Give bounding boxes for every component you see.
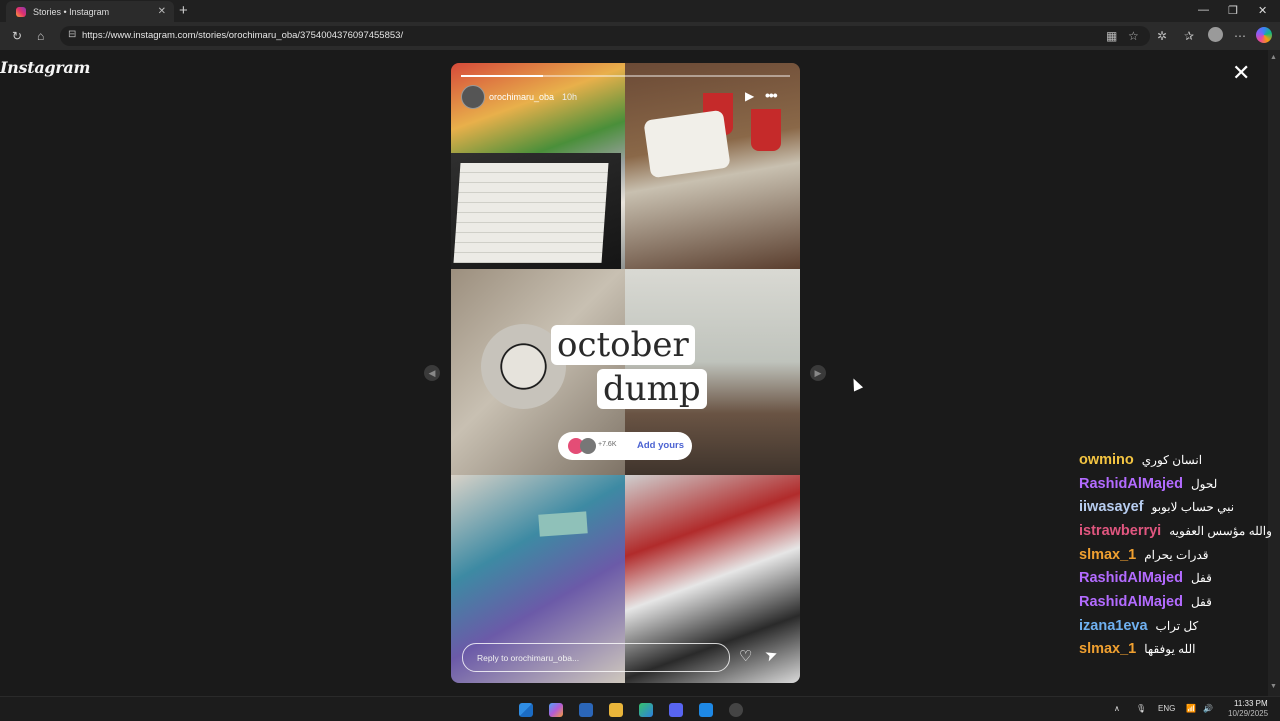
- copilot-taskbar-icon[interactable]: [549, 703, 563, 717]
- file-explorer-icon[interactable]: [609, 703, 623, 717]
- extensions-icon[interactable]: ✲: [1157, 29, 1167, 43]
- language-indicator[interactable]: ENG: [1158, 704, 1175, 713]
- tab-title: Stories • Instagram: [33, 6, 110, 17]
- next-story-icon[interactable]: ▶: [810, 365, 826, 381]
- chat-username: istrawberryi: [1079, 522, 1162, 539]
- chat-message: izana1eva كل تراب: [1079, 614, 1269, 638]
- microphone-icon[interactable]: 🎙: [1136, 704, 1146, 713]
- chat-message: RashidAlMajed قفل: [1079, 566, 1269, 590]
- chat-message-text: الله يوفقها: [1144, 642, 1196, 657]
- tab-instagram-stories[interactable]: Stories • Instagram ✕: [6, 1, 174, 22]
- chat-message-text: قفل: [1190, 594, 1212, 609]
- play-icon[interactable]: ▶: [745, 89, 754, 103]
- chat-username: RashidAlMajed: [1079, 475, 1183, 492]
- url-text[interactable]: https://www.instagram.com/stories/orochi…: [82, 30, 403, 41]
- scrollbar[interactable]: [1268, 50, 1280, 696]
- reply-input[interactable]: Reply to orochimaru_oba...: [462, 643, 730, 672]
- tab-close-icon[interactable]: ✕: [158, 6, 166, 17]
- new-tab-button[interactable]: +: [179, 2, 188, 19]
- restore-button[interactable]: ❐: [1228, 4, 1238, 17]
- chat-username: slmax_1: [1079, 546, 1137, 563]
- app-icon[interactable]: [699, 703, 713, 717]
- store-icon[interactable]: [579, 703, 593, 717]
- story-viewer[interactable]: orochimaru_oba 10h ▶ ••• october dump +7…: [451, 63, 800, 683]
- add-yours-count: +7.6K: [598, 441, 617, 448]
- instagram-favicon-icon: [16, 6, 26, 17]
- story-progress-fill: [461, 75, 544, 77]
- like-heart-icon[interactable]: ♡: [739, 647, 752, 665]
- profile-avatar-icon[interactable]: [1208, 27, 1223, 42]
- reply-placeholder: Reply to orochimaru_oba...: [477, 653, 580, 663]
- sticker-line-2: dump: [597, 369, 707, 409]
- chat-message: RashidAlMajed لحول: [1079, 472, 1269, 496]
- chat-message: slmax_1 الله يوفقها: [1079, 638, 1269, 662]
- chat-username: izana1eva: [1079, 617, 1148, 634]
- instagram-logo[interactable]: Instagram: [0, 58, 90, 77]
- chat-message-text: لحول: [1190, 476, 1218, 491]
- chat-message-text: قدرات يحرام: [1144, 547, 1209, 562]
- scroll-up-icon[interactable]: ▲: [1270, 54, 1277, 61]
- chat-message: RashidAlMajed قفل: [1079, 590, 1269, 614]
- wifi-icon[interactable]: 📶: [1186, 704, 1196, 713]
- story-time: 10h: [562, 92, 578, 102]
- chat-message: slmax_1 قدرات يحرام: [1079, 543, 1269, 567]
- chat-message-text: نبي حساب لابوبو: [1151, 500, 1235, 515]
- minimize-button[interactable]: —: [1198, 4, 1209, 16]
- windows-start-icon[interactable]: [519, 703, 533, 717]
- discord-icon[interactable]: [669, 703, 683, 717]
- taskbar-time[interactable]: 11:33 PM: [1234, 699, 1268, 708]
- tray-overflow-icon[interactable]: ∧: [1114, 704, 1120, 713]
- chat-message: istrawberryi والله مؤسس العفويه: [1079, 519, 1272, 543]
- chat-message: iiwasayef نبي حساب لابوبو: [1079, 495, 1269, 519]
- more-options-icon[interactable]: •••: [765, 87, 778, 103]
- tablet-photo: [451, 153, 621, 269]
- favorite-star-icon[interactable]: ☆: [1128, 29, 1139, 43]
- favorites-icon[interactable]: ✰: [1184, 29, 1194, 43]
- more-menu-icon[interactable]: ⋯: [1234, 29, 1246, 43]
- address-bar-row: ↻ ⌂ ⊟ https://www.instagram.com/stories/…: [0, 22, 1280, 50]
- edge-icon[interactable]: [639, 703, 653, 717]
- chat-message-text: قفل: [1190, 571, 1212, 586]
- chat-message-text: والله مؤسس العفويه: [1169, 523, 1272, 538]
- chat-username: RashidAlMajed: [1079, 570, 1183, 587]
- stream-chat-overlay: owmino انسان كوري RashidAlMajed لحول iiwasay…: [1079, 448, 1272, 662]
- chat-username: iiwasayef: [1079, 499, 1144, 516]
- add-yours-sticker[interactable]: +7.6K Add yours: [558, 432, 692, 460]
- chat-username: RashidAlMajed: [1079, 593, 1183, 610]
- volume-icon[interactable]: 🔊: [1203, 704, 1213, 713]
- site-info-icon[interactable]: ⊟: [68, 29, 76, 40]
- window-close-button[interactable]: ✕: [1258, 4, 1267, 17]
- story-avatar[interactable]: [461, 85, 485, 109]
- chat-message-text: انسان كوري: [1141, 452, 1203, 467]
- participant-avatar-icon: [580, 438, 596, 454]
- home-icon[interactable]: ⌂: [37, 29, 44, 43]
- immersive-reader-icon[interactable]: ▦: [1106, 29, 1117, 43]
- story-username[interactable]: orochimaru_oba: [489, 92, 554, 102]
- tab-bar: Stories • Instagram ✕ + — ❐ ✕: [0, 0, 1280, 22]
- story-progress-bar: [461, 75, 790, 77]
- taskbar: ∧ 🎙 ENG 📶 🔊 11:33 PM 10/29/2025: [0, 696, 1280, 721]
- chat-message-text: كل تراب: [1155, 618, 1199, 633]
- chat-username: slmax_1: [1079, 641, 1137, 658]
- sticker-line-1: october: [551, 325, 695, 365]
- chat-username: owmino: [1079, 451, 1134, 468]
- taskbar-date[interactable]: 10/29/2025: [1228, 709, 1268, 718]
- product-tag-photo: [538, 511, 588, 537]
- obs-icon[interactable]: [729, 703, 743, 717]
- chat-message: owmino انسان كوري: [1079, 448, 1269, 472]
- refresh-icon[interactable]: ↻: [12, 29, 22, 43]
- scroll-down-icon[interactable]: ▼: [1270, 683, 1277, 690]
- close-story-button[interactable]: ✕: [1232, 62, 1250, 84]
- previous-story-icon[interactable]: ◀: [424, 365, 440, 381]
- url-bar[interactable]: ⊟ https://www.instagram.com/stories/oroc…: [60, 26, 1150, 46]
- add-yours-button[interactable]: Add yours: [637, 440, 684, 451]
- copilot-icon[interactable]: [1256, 27, 1272, 43]
